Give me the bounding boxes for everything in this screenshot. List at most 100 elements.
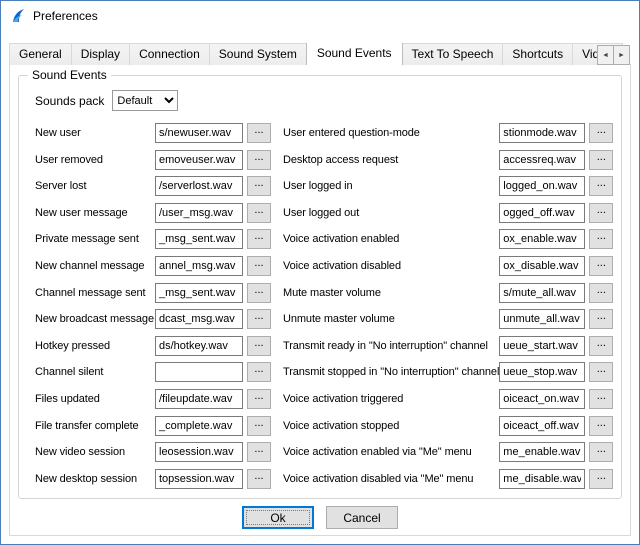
tab-scroll-buttons: ◄ ►: [597, 45, 630, 543]
browse-button[interactable]: ...: [247, 150, 271, 170]
sound-file-input[interactable]: [155, 442, 243, 462]
browse-button[interactable]: ...: [247, 203, 271, 223]
browse-button[interactable]: ...: [247, 229, 271, 249]
browse-button[interactable]: ...: [247, 469, 271, 489]
sound-file-input[interactable]: [499, 283, 585, 303]
sound-file-input[interactable]: [499, 362, 585, 382]
sound-file-input[interactable]: [499, 176, 585, 196]
browse-button[interactable]: ...: [247, 442, 271, 462]
sound-event-row: New broadcast message ...: [35, 308, 275, 330]
sound-event-label: New broadcast message: [35, 313, 155, 325]
sound-file-input[interactable]: [155, 203, 243, 223]
sound-file-input[interactable]: [499, 256, 585, 276]
browse-button[interactable]: ...: [247, 362, 271, 382]
tab[interactable]: General: [9, 43, 72, 65]
sound-file-input[interactable]: [499, 336, 585, 356]
events-column-left: New user ... User removed ... Server los…: [35, 122, 275, 490]
sound-file-input[interactable]: [155, 336, 243, 356]
tab[interactable]: Shortcuts: [502, 43, 573, 65]
sound-event-label: New channel message: [35, 260, 155, 272]
event-columns: New user ... User removed ... Server los…: [35, 122, 611, 490]
browse-button[interactable]: ...: [247, 256, 271, 276]
sound-event-label: Voice activation enabled: [283, 233, 499, 245]
sound-event-row: User removed ...: [35, 149, 275, 171]
sound-file-input[interactable]: [155, 309, 243, 329]
sounds-pack-label: Sounds pack: [35, 94, 104, 108]
sound-event-label: Hotkey pressed: [35, 340, 155, 352]
sound-event-label: Transmit stopped in "No interruption" ch…: [283, 366, 499, 378]
sound-file-input[interactable]: [155, 362, 243, 382]
sound-event-label: Channel silent: [35, 366, 155, 378]
sound-event-label: Voice activation triggered: [283, 393, 499, 405]
sound-file-input[interactable]: [155, 123, 243, 143]
sound-file-input[interactable]: [155, 176, 243, 196]
sound-event-row: Channel silent ...: [35, 361, 275, 383]
sound-event-label: New user message: [35, 207, 155, 219]
sound-event-row: Mute master volume ...: [283, 282, 613, 304]
sound-file-input[interactable]: [499, 229, 585, 249]
sound-event-label: New user: [35, 127, 155, 139]
sound-event-row: User logged out ...: [283, 202, 613, 224]
sound-event-row: Voice activation enabled via "Me" menu .…: [283, 441, 613, 463]
tab-bar: General Display Connection Sound System …: [9, 43, 631, 65]
sound-event-label: Voice activation disabled via "Me" menu: [283, 473, 499, 485]
tab-scroll-right-button[interactable]: ►: [613, 45, 630, 65]
tab-label: Display: [81, 47, 120, 61]
tab[interactable]: Sound Events: [306, 43, 403, 65]
sound-event-row: New channel message ...: [35, 255, 275, 277]
sound-event-row: Voice activation triggered ...: [283, 388, 613, 410]
sounds-pack-row: Sounds pack Default: [35, 90, 178, 111]
events-column-right: User entered question-mode ... Desktop a…: [283, 122, 613, 490]
sound-event-label: User logged out: [283, 207, 499, 219]
sound-event-label: User logged in: [283, 180, 499, 192]
dialog-footer: Ok Cancel: [10, 506, 630, 529]
browse-button[interactable]: ...: [247, 309, 271, 329]
tab[interactable]: Connection: [129, 43, 210, 65]
preferences-window: Preferences General Display Connection S…: [0, 0, 640, 545]
sound-event-label: Voice activation disabled: [283, 260, 499, 272]
browse-button[interactable]: ...: [247, 336, 271, 356]
browse-button[interactable]: ...: [247, 176, 271, 196]
titlebar[interactable]: Preferences: [1, 1, 639, 31]
sound-event-row: Voice activation disabled via "Me" menu …: [283, 468, 613, 490]
sound-file-input[interactable]: [155, 389, 243, 409]
browse-button[interactable]: ...: [247, 416, 271, 436]
tab[interactable]: Sound System: [209, 43, 307, 65]
tab[interactable]: Display: [71, 43, 130, 65]
sound-file-input[interactable]: [499, 469, 585, 489]
tab-label: Sound System: [219, 47, 297, 61]
tab-label: Text To Speech: [412, 47, 494, 61]
sound-file-input[interactable]: [499, 416, 585, 436]
sound-file-input[interactable]: [499, 203, 585, 223]
sound-file-input[interactable]: [155, 283, 243, 303]
sound-file-input[interactable]: [155, 469, 243, 489]
app-icon: [10, 8, 26, 24]
tab-label: General: [19, 47, 62, 61]
cancel-button[interactable]: Cancel: [326, 506, 398, 529]
sound-file-input[interactable]: [499, 150, 585, 170]
sound-event-row: Private message sent ...: [35, 228, 275, 250]
sound-file-input[interactable]: [499, 123, 585, 143]
browse-button[interactable]: ...: [247, 283, 271, 303]
tab[interactable]: Text To Speech: [402, 43, 504, 65]
sound-file-input[interactable]: [155, 229, 243, 249]
sound-file-input[interactable]: [155, 416, 243, 436]
sound-event-label: Channel message sent: [35, 287, 155, 299]
sound-file-input[interactable]: [155, 256, 243, 276]
sound-file-input[interactable]: [155, 150, 243, 170]
sound-file-input[interactable]: [499, 389, 585, 409]
tab-scroll-left-button[interactable]: ◄: [597, 45, 614, 65]
browse-button[interactable]: ...: [247, 123, 271, 143]
tab-label: Sound Events: [317, 46, 392, 60]
sound-file-input[interactable]: [499, 309, 585, 329]
sound-event-label: New video session: [35, 446, 155, 458]
sound-event-label: User entered question-mode: [283, 127, 499, 139]
browse-button[interactable]: ...: [247, 389, 271, 409]
sound-file-input[interactable]: [499, 442, 585, 462]
sound-event-row: Voice activation stopped ...: [283, 415, 613, 437]
sound-event-label: Transmit ready in "No interruption" chan…: [283, 340, 499, 352]
sounds-pack-select[interactable]: Default: [112, 90, 178, 111]
sound-event-row: Voice activation disabled ...: [283, 255, 613, 277]
ok-button[interactable]: Ok: [242, 506, 314, 529]
sound-event-label: User removed: [35, 154, 155, 166]
